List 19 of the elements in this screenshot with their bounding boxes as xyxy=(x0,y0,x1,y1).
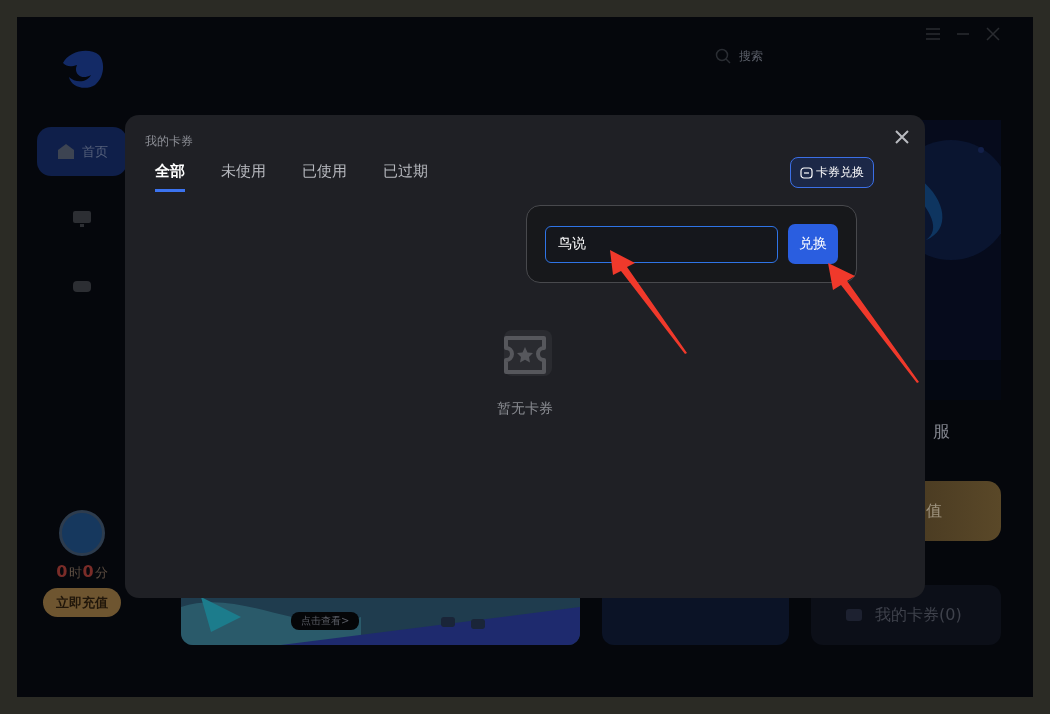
code-input[interactable]: 鸟说 xyxy=(545,225,779,263)
tab[interactable]: 未使用 xyxy=(221,162,266,192)
avatar[interactable] xyxy=(59,510,105,556)
close-icon[interactable] xyxy=(895,130,909,144)
search-icon xyxy=(715,48,731,64)
redeem-button[interactable]: 兑换 xyxy=(788,224,838,264)
coupon-icon xyxy=(845,606,863,624)
empty-message: 暂无卡券 xyxy=(497,400,553,418)
region-label: 服 xyxy=(933,420,950,443)
card-icon xyxy=(800,166,813,179)
dialog-title: 我的卡券 xyxy=(145,133,193,150)
menu-icon[interactable] xyxy=(925,27,941,41)
redeem-coupon-button[interactable]: 卡券兑换 xyxy=(790,157,874,188)
monitor-icon xyxy=(72,209,92,228)
tab[interactable]: 已过期 xyxy=(383,162,428,192)
tab[interactable]: 已使用 xyxy=(302,162,347,192)
tab[interactable]: 全部 xyxy=(155,162,185,192)
home-icon xyxy=(56,141,76,162)
time-balance: 0 时0分 xyxy=(56,562,108,582)
